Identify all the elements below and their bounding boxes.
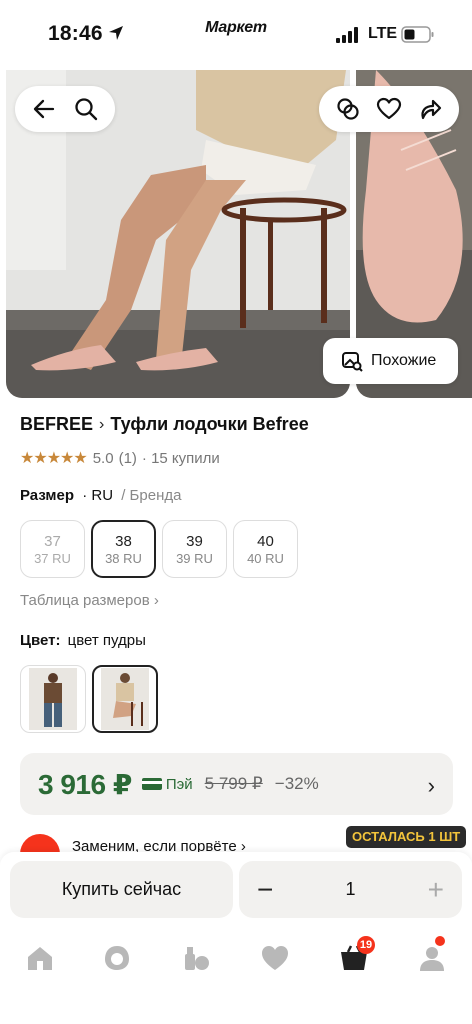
- signal-icon: [336, 27, 358, 43]
- quantity-plus-button[interactable]: +: [428, 874, 444, 906]
- quantity-value: 1: [345, 879, 356, 899]
- size-option[interactable]: 37 37 RU: [20, 520, 85, 578]
- color-option-selected[interactable]: [92, 665, 158, 733]
- current-price: 3 916 ₽: [38, 768, 132, 800]
- size-main: 37: [44, 532, 61, 550]
- reviews-count: (1): [118, 449, 137, 467]
- profile-icon[interactable]: [416, 942, 448, 974]
- product-title: BEFREE › Туфли лодочки Befree: [20, 414, 309, 435]
- status-bar: 18:46 Маркет LTE: [0, 0, 472, 70]
- network-type: LTE: [368, 25, 398, 42]
- size-sub: 40 RU: [247, 550, 284, 566]
- old-price: 5 799 ₽: [204, 774, 263, 793]
- quantity-stepper: − 1 +: [239, 861, 462, 918]
- size-option[interactable]: 40 40 RU: [233, 520, 298, 578]
- buy-now-button[interactable]: Купить сейчас: [10, 861, 233, 918]
- rating-stars-icon: ★★★★★: [20, 450, 88, 467]
- pay-label: Пэй: [165, 775, 193, 793]
- cart-count-badge: 19: [357, 936, 375, 954]
- quantity-minus-button[interactable]: −: [257, 874, 273, 906]
- size-selector: 37 37 RU 38 38 RU 39 39 RU 40 40 RU: [20, 520, 298, 578]
- size-option-selected[interactable]: 38 38 RU: [91, 520, 156, 578]
- size-sub: 39 RU: [176, 550, 213, 566]
- bought-count: · 15 купили: [141, 449, 220, 467]
- discount: −32%: [274, 774, 319, 793]
- size-sub: 38 RU: [105, 550, 142, 566]
- tab-bar: [0, 932, 472, 1024]
- size-label: Размер · RU / Бренда: [20, 487, 181, 504]
- size-title: Размер: [20, 487, 75, 504]
- color-thumbnail: [29, 668, 77, 730]
- color-title: Цвет:: [20, 632, 61, 649]
- size-option[interactable]: 39 39 RU: [162, 520, 227, 578]
- profile-notification-dot: [435, 936, 445, 946]
- size-system-brand[interactable]: / Бренда: [121, 487, 181, 504]
- stock-badge: ОСТАЛАСЬ 1 ШТ: [346, 826, 467, 848]
- nav-pill: [15, 86, 115, 132]
- similar-label: Похожие: [371, 352, 437, 369]
- color-option[interactable]: [20, 665, 86, 733]
- compare-icon[interactable]: [334, 95, 362, 123]
- product-gallery[interactable]: Похожие: [0, 70, 472, 398]
- color-thumbnail: [101, 668, 149, 730]
- buy-bar: Купить сейчас − 1 +: [0, 852, 472, 932]
- size-sub: 37 RU: [34, 550, 71, 566]
- size-table-link[interactable]: Таблица размеров ›: [20, 592, 159, 609]
- battery-icon: [401, 26, 434, 43]
- chevron-right-icon: ›: [99, 415, 105, 433]
- image-search-icon: [342, 352, 363, 372]
- home-icon[interactable]: [24, 942, 56, 974]
- color-label: Цвет: цвет пудры: [20, 632, 146, 649]
- actions-pill: [319, 86, 459, 132]
- chevron-right-icon: ›: [427, 773, 435, 798]
- search-icon[interactable]: [72, 95, 100, 123]
- size-main: 39: [186, 532, 203, 550]
- share-icon[interactable]: [416, 95, 444, 123]
- size-system-ru[interactable]: · RU: [82, 487, 113, 504]
- price-block[interactable]: 3 916 ₽ Пэй 5 799 ₽ −32% ›: [20, 753, 453, 815]
- size-main: 40: [257, 532, 274, 550]
- favorite-icon[interactable]: [375, 95, 403, 123]
- rating-value: 5.0: [92, 449, 114, 467]
- catalog-icon[interactable]: [181, 942, 213, 974]
- size-main: 38: [115, 532, 132, 550]
- color-selector: [20, 665, 158, 733]
- product-name: Туфли лодочки Befree: [110, 414, 309, 434]
- brand-link[interactable]: BEFREE: [20, 414, 93, 435]
- favorites-icon[interactable]: [259, 942, 291, 974]
- similar-button[interactable]: Похожие: [323, 338, 458, 384]
- discovery-icon[interactable]: [101, 942, 133, 974]
- card-pay-icon: [141, 778, 162, 790]
- rating-row[interactable]: ★★★★★ 5.0 (1) · 15 купили: [20, 448, 220, 468]
- back-icon[interactable]: [30, 95, 58, 123]
- color-value: цвет пудры: [67, 632, 146, 649]
